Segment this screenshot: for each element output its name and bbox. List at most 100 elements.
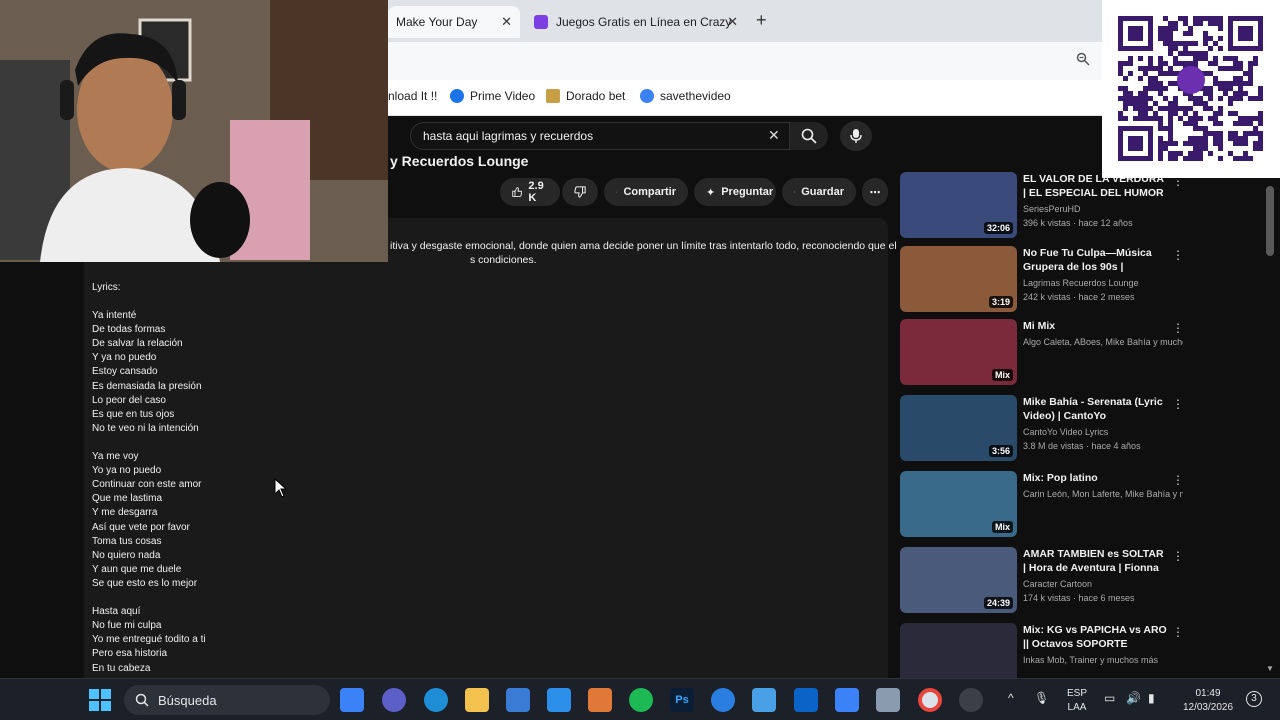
- share-button[interactable]: Compartir: [604, 178, 688, 206]
- tab-make-your-day[interactable]: Make Your Day ✕: [388, 6, 520, 38]
- like-button[interactable]: 2.9 K: [500, 178, 560, 206]
- task-view-icon[interactable]: [340, 688, 364, 712]
- media-player-icon[interactable]: [588, 688, 612, 712]
- network-icon[interactable]: ▭: [1104, 691, 1115, 705]
- tab-close-icon[interactable]: ✕: [727, 14, 738, 30]
- lyric-line: Y aun que me duele: [92, 563, 182, 575]
- channel-name[interactable]: CantoYo Video Lyrics: [1023, 427, 1183, 437]
- spotify-icon[interactable]: [629, 688, 653, 712]
- more-options-icon[interactable]: ⋮: [1172, 248, 1184, 262]
- more-options-icon[interactable]: ⋮: [1172, 549, 1184, 563]
- ask-button[interactable]: ✦ Preguntar: [694, 178, 776, 206]
- recommended-video[interactable]: 32:06 EL VALOR DE LA VERDURA | EL ESPECIA…: [900, 172, 1190, 242]
- play-icon: [450, 89, 464, 103]
- clock[interactable]: 01:49 12/03/2026: [1178, 687, 1238, 715]
- lyric-line: De salvar la relación: [92, 338, 183, 350]
- video-thumbnail[interactable]: Mix: [900, 471, 1017, 537]
- channel-name[interactable]: Algo Caleta, ABoes, Mike Bahía y mucho..…: [1023, 337, 1183, 347]
- recommended-video[interactable]: Mix: KG vs PAPICHA vs ARO || Octavos SOP…: [900, 623, 1190, 678]
- new-tab-button[interactable]: +: [756, 10, 767, 31]
- microphone-icon[interactable]: 🎙: [1034, 691, 1049, 705]
- recommended-video[interactable]: 3:19 No Fue Tu Culpa—Música Grupera de lo…: [900, 246, 1190, 316]
- tab-close-icon[interactable]: ✕: [501, 14, 512, 30]
- voice-search-button[interactable]: [840, 121, 872, 151]
- save-button[interactable]: Guardar: [782, 178, 856, 206]
- recommended-video-title[interactable]: Mix: KG vs PAPICHA vs ARO || Octavos SOP…: [1023, 623, 1168, 651]
- dislike-button[interactable]: [562, 178, 598, 206]
- bookmark-prime-video[interactable]: Prime Video: [450, 89, 535, 103]
- bookmark-savethevideo[interactable]: savethevideo: [640, 89, 731, 103]
- taskbar-search-input[interactable]: Búsqueda: [124, 685, 330, 715]
- video-title: y Recuerdos Lounge: [390, 153, 529, 169]
- calculator-icon[interactable]: [876, 688, 900, 712]
- recommended-video[interactable]: Mix Mi Mix Algo Caleta, ABoes, Mike Bahía …: [900, 319, 1190, 389]
- video-meta: 3.8 M de vistas · hace 4 años: [1023, 441, 1141, 451]
- recommended-video[interactable]: 24:39 AMAR TAMBIEN es SOLTAR | Hora de Av…: [900, 547, 1190, 617]
- calendar-icon[interactable]: [835, 688, 859, 712]
- scroll-down-arrow-icon[interactable]: ▼: [1266, 664, 1274, 673]
- recommended-video-title[interactable]: Mi Mix: [1023, 319, 1168, 333]
- video-thumbnail[interactable]: [900, 623, 1017, 678]
- duration-badge: Mix: [991, 521, 1013, 533]
- recommended-video-title[interactable]: AMAR TAMBIEN es SOLTAR | Hora de Aventur…: [1023, 547, 1168, 575]
- mail-icon[interactable]: [547, 688, 571, 712]
- microsoft-store-icon[interactable]: [506, 688, 530, 712]
- bookmark-download-it[interactable]: nload It !!: [388, 89, 437, 103]
- search-input[interactable]: hasta aqui lagrimas y recuerdos: [410, 122, 790, 150]
- edge-icon[interactable]: [424, 688, 448, 712]
- lyric-line: Y me desgarra: [92, 507, 158, 519]
- more-options-icon[interactable]: ⋮: [1172, 321, 1184, 335]
- video-thumbnail[interactable]: 3:56: [900, 395, 1017, 461]
- video-thumbnail[interactable]: 3:19: [900, 246, 1017, 312]
- windows-logo-icon: [89, 689, 111, 711]
- yape-qr-code: [1102, 0, 1280, 178]
- video-thumbnail[interactable]: Mix: [900, 319, 1017, 385]
- recommended-video[interactable]: Mix Mix: Pop latino Carin León, Mon Lafert…: [900, 471, 1190, 541]
- battery-icon[interactable]: ▮: [1148, 691, 1155, 705]
- description-panel[interactable]: itiva y desgaste emocional, donde quien …: [84, 218, 897, 678]
- video-thumbnail[interactable]: 24:39: [900, 547, 1017, 613]
- search-icon: [801, 128, 817, 144]
- recommended-video-title[interactable]: Mike Bahía - Serenata (Lyric Video) | Ca…: [1023, 395, 1168, 423]
- tab-juegos-gratis[interactable]: Juegos Gratis en Línea en Crazy ✕: [526, 6, 746, 38]
- lyric-line: Hasta aquí: [92, 606, 141, 618]
- start-button[interactable]: [88, 688, 112, 712]
- onedrive-icon[interactable]: [711, 688, 735, 712]
- channel-name[interactable]: SeriesPeruHD: [1023, 204, 1183, 214]
- scrollbar-thumb[interactable]: [1266, 186, 1274, 256]
- video-thumbnail[interactable]: 32:06: [900, 172, 1017, 238]
- description-line: s condiciones.: [470, 254, 537, 266]
- video-meta: 396 k vistas · hace 12 años: [1023, 218, 1133, 228]
- outlook-icon[interactable]: [794, 688, 818, 712]
- more-options-icon[interactable]: ⋮: [1172, 625, 1184, 639]
- channel-name[interactable]: Carin León, Mon Laferte, Mike Bahía y m.…: [1023, 489, 1183, 499]
- channel-name[interactable]: Caracter Cartoon: [1023, 579, 1183, 589]
- recommended-video-title[interactable]: Mix: Pop latino: [1023, 471, 1168, 485]
- chrome-icon[interactable]: [918, 688, 942, 712]
- volume-icon[interactable]: 🔊: [1126, 691, 1141, 705]
- zoom-icon[interactable]: [1076, 52, 1090, 69]
- recommended-video[interactable]: 3:56 Mike Bahía - Serenata (Lyric Video) …: [900, 395, 1190, 465]
- more-options-icon[interactable]: ⋮: [1172, 397, 1184, 411]
- lyric-line: Continuar con este amor: [92, 479, 202, 491]
- language-indicator[interactable]: ESP LAA: [1066, 687, 1088, 715]
- file-explorer-icon[interactable]: [465, 688, 489, 712]
- show-hidden-icons-icon[interactable]: ^: [1008, 691, 1014, 705]
- search-icon: [135, 693, 149, 707]
- more-options-icon[interactable]: ⋮: [1172, 473, 1184, 487]
- channel-name[interactable]: Lagrimas Recuerdos Lounge: [1023, 278, 1183, 288]
- notification-badge[interactable]: 3: [1246, 691, 1262, 707]
- recommended-video-title[interactable]: No Fue Tu Culpa—Música Grupera de los 90…: [1023, 246, 1168, 274]
- duration-badge: 3:56: [988, 445, 1013, 457]
- teams-icon[interactable]: [382, 688, 406, 712]
- search-button[interactable]: [790, 122, 828, 150]
- clear-search-icon[interactable]: ✕: [768, 127, 780, 144]
- bookmark-dorado-bet[interactable]: Dorado bet: [546, 89, 625, 103]
- channel-name[interactable]: Inkas Mob, Trainer y muchos más: [1023, 655, 1183, 665]
- bookmark-icon: [794, 191, 796, 193]
- photoshop-icon[interactable]: Ps: [670, 688, 694, 712]
- more-actions-button[interactable]: ⋯: [862, 178, 888, 206]
- lyrics-heading: Lyrics:: [92, 282, 121, 293]
- notepad-icon[interactable]: [752, 688, 776, 712]
- app-icon[interactable]: [959, 688, 983, 712]
